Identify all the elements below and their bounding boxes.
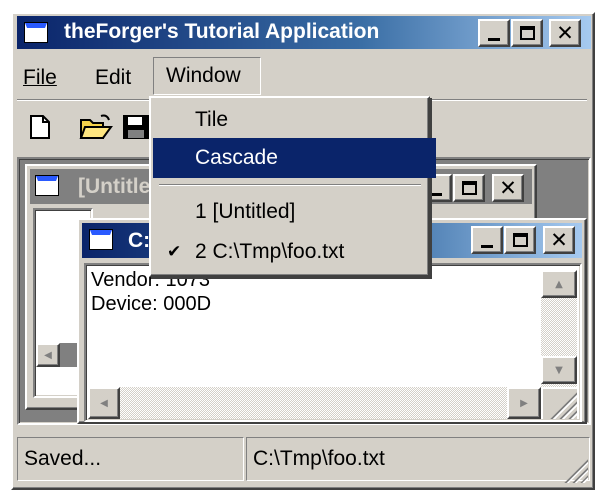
menu-edit-label: Edit [95,66,132,89]
open-folder-icon [79,114,113,139]
foo-maximize-button[interactable] [504,226,536,254]
menu-window-label: Window [166,64,241,87]
menu-item-untitled[interactable]: 1 [Untitled] [153,192,438,232]
foo-hscroll-track[interactable] [88,387,541,419]
maximize-icon [461,181,477,195]
status-right-text: C:\Tmp\foo.txt [253,447,385,470]
maximize-icon [519,26,535,40]
minimize-button[interactable] [478,19,510,47]
menu-item-foo[interactable]: ✔ 2 C:\Tmp\foo.txt [153,232,438,272]
menu-edit[interactable]: Edit [95,64,131,92]
foo-minimize-button[interactable] [471,226,503,254]
menu-item-cascade-label: Cascade [195,146,278,169]
main-size-grip[interactable] [560,455,588,483]
save-disk-icon [123,115,149,139]
check-icon: ✔ [167,242,182,262]
maximize-button[interactable] [511,19,543,47]
close-button[interactable]: ✕ [549,19,581,47]
foo-scroll-left-button[interactable]: ◀ [88,387,120,419]
untitled-scroll-left-button[interactable]: ◀ [36,343,60,367]
menu-item-cascade[interactable]: Cascade [153,138,436,178]
menu-item-untitled-label: 1 [Untitled] [195,200,296,223]
toolbar-open-button[interactable] [76,108,116,146]
status-left-text: Saved... [24,447,102,470]
foo-scroll-right-button[interactable]: ▶ [507,387,541,419]
foo-scroll-up-button[interactable]: ▲ [541,270,577,298]
minimize-icon [481,244,493,248]
foo-title-text: C: [128,229,151,252]
menu-file-label: File [23,66,57,89]
menu-separator [159,184,421,186]
menu-item-tile-label: Tile [195,108,229,131]
foo-close-button[interactable]: ✕ [543,226,575,254]
close-icon: ✕ [499,175,517,200]
untitled-close-button[interactable]: ✕ [492,174,524,202]
toolbar-new-button[interactable] [22,108,58,146]
close-icon: ✕ [550,227,568,252]
close-icon: ✕ [556,20,574,45]
untitled-maximize-button[interactable] [453,174,485,202]
status-pane-right: C:\Tmp\foo.txt [246,437,590,481]
untitled-window-icon[interactable] [36,176,58,195]
menu-item-foo-label: 2 C:\Tmp\foo.txt [195,240,345,263]
maximize-icon [512,233,528,247]
menu-item-tile[interactable]: Tile [153,100,438,140]
foo-scroll-down-button[interactable]: ▼ [541,356,577,384]
main-title-text: theForger's Tutorial Application [64,20,380,43]
menu-file[interactable]: File [23,64,57,92]
foo-size-grip[interactable] [543,389,577,419]
menu-window[interactable]: Window [153,57,261,95]
status-pane-left: Saved... [17,437,244,481]
foo-window-icon[interactable] [90,230,112,249]
new-file-icon [30,115,50,139]
minimize-icon [488,37,500,41]
app-icon[interactable] [25,23,47,42]
